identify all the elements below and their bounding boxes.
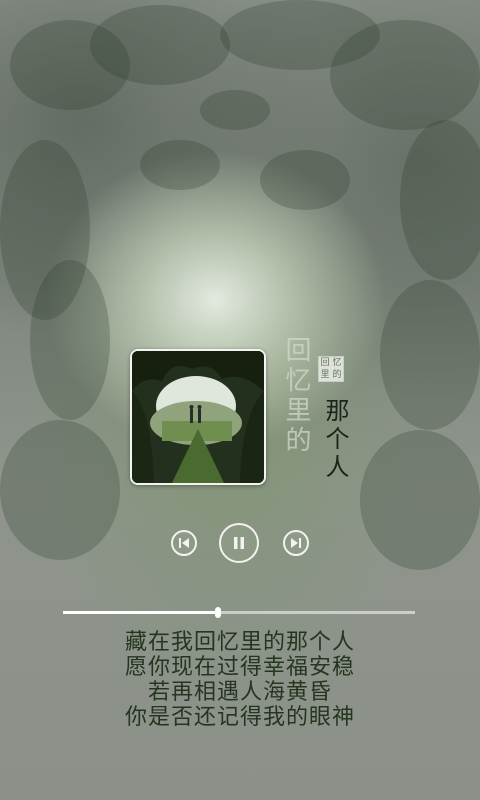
foliage-blob [140,140,220,190]
lyric-line: 若再相遇人海黄昏 [147,680,332,705]
next-track-button[interactable] [283,530,309,556]
progress-thumb[interactable] [214,607,221,618]
foliage-blob [330,20,480,130]
play-pause-button[interactable] [219,523,259,563]
seal-char: 的 [332,370,342,380]
progress-bar[interactable] [63,607,415,618]
progress-fill [63,611,218,614]
skip-previous-icon [179,538,189,548]
seal-char: 忆 [332,358,342,368]
lyrics-panel: 藏在我回忆里的那个人 愿你现在过得幸福安稳 若再相遇人海黄昏 你是否还记得我的眼… [60,630,420,730]
foliage-blob [380,280,480,430]
foliage-blob [200,90,270,130]
song-title-line-2: 那个人 [321,398,349,482]
foliage-blob [30,260,110,420]
seal-char: 里 [320,370,330,380]
lyric-line: 藏在我回忆里的那个人 [124,630,355,655]
foliage-blob [400,120,480,280]
album-art[interactable] [130,349,266,485]
foliage-blob [360,430,480,570]
foliage-blob [260,150,350,210]
seal-stamp: 回 忆 里 的 [318,356,344,382]
song-title-line-1: 回忆里的 [281,336,311,456]
lyric-line: 愿你现在过得幸福安稳 [124,655,355,680]
skip-next-icon [291,538,301,548]
foliage-blob [0,420,120,560]
album-art-image [132,351,264,483]
lyric-line: 你是否还记得我的眼神 [124,705,355,730]
pause-icon [234,537,244,549]
foliage-blob [90,5,230,85]
seal-char: 回 [320,358,330,368]
previous-track-button[interactable] [171,530,197,556]
